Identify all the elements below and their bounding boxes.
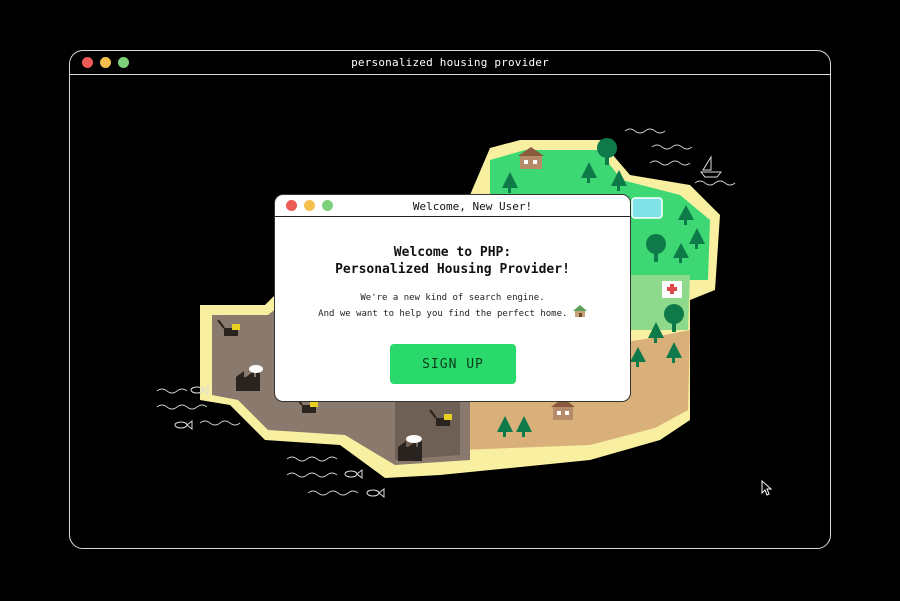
sailboat-icon [699, 155, 723, 178]
house-icon [572, 305, 587, 317]
dialog-close-dot[interactable] [286, 200, 297, 211]
dialog-minimize-dot[interactable] [304, 200, 315, 211]
body-line-2: And we want to help you find the perfect… [275, 305, 630, 321]
body-line-2-text: And we want to help you find the perfect… [318, 309, 568, 319]
sign-up-button[interactable]: SIGN UP [390, 344, 516, 384]
dialog-body: We're a new kind of search engine. And w… [275, 291, 630, 321]
body-line-1: We're a new kind of search engine. [360, 293, 545, 303]
dialog-heading: Welcome to PHP: Personalized Housing Pro… [275, 244, 630, 278]
mouse-cursor-icon [761, 480, 773, 496]
heading-line-1: Welcome to PHP: [393, 245, 512, 260]
welcome-dialog: Welcome, New User! Welcome to PHP: Perso… [274, 194, 631, 402]
dialog-titlebar: Welcome, New User! [275, 195, 630, 217]
heading-line-2: Personalized Housing Provider! [335, 262, 570, 277]
dialog-title: Welcome, New User! [412, 200, 533, 213]
pool-icon [631, 197, 663, 219]
hospital-icon [662, 281, 682, 298]
